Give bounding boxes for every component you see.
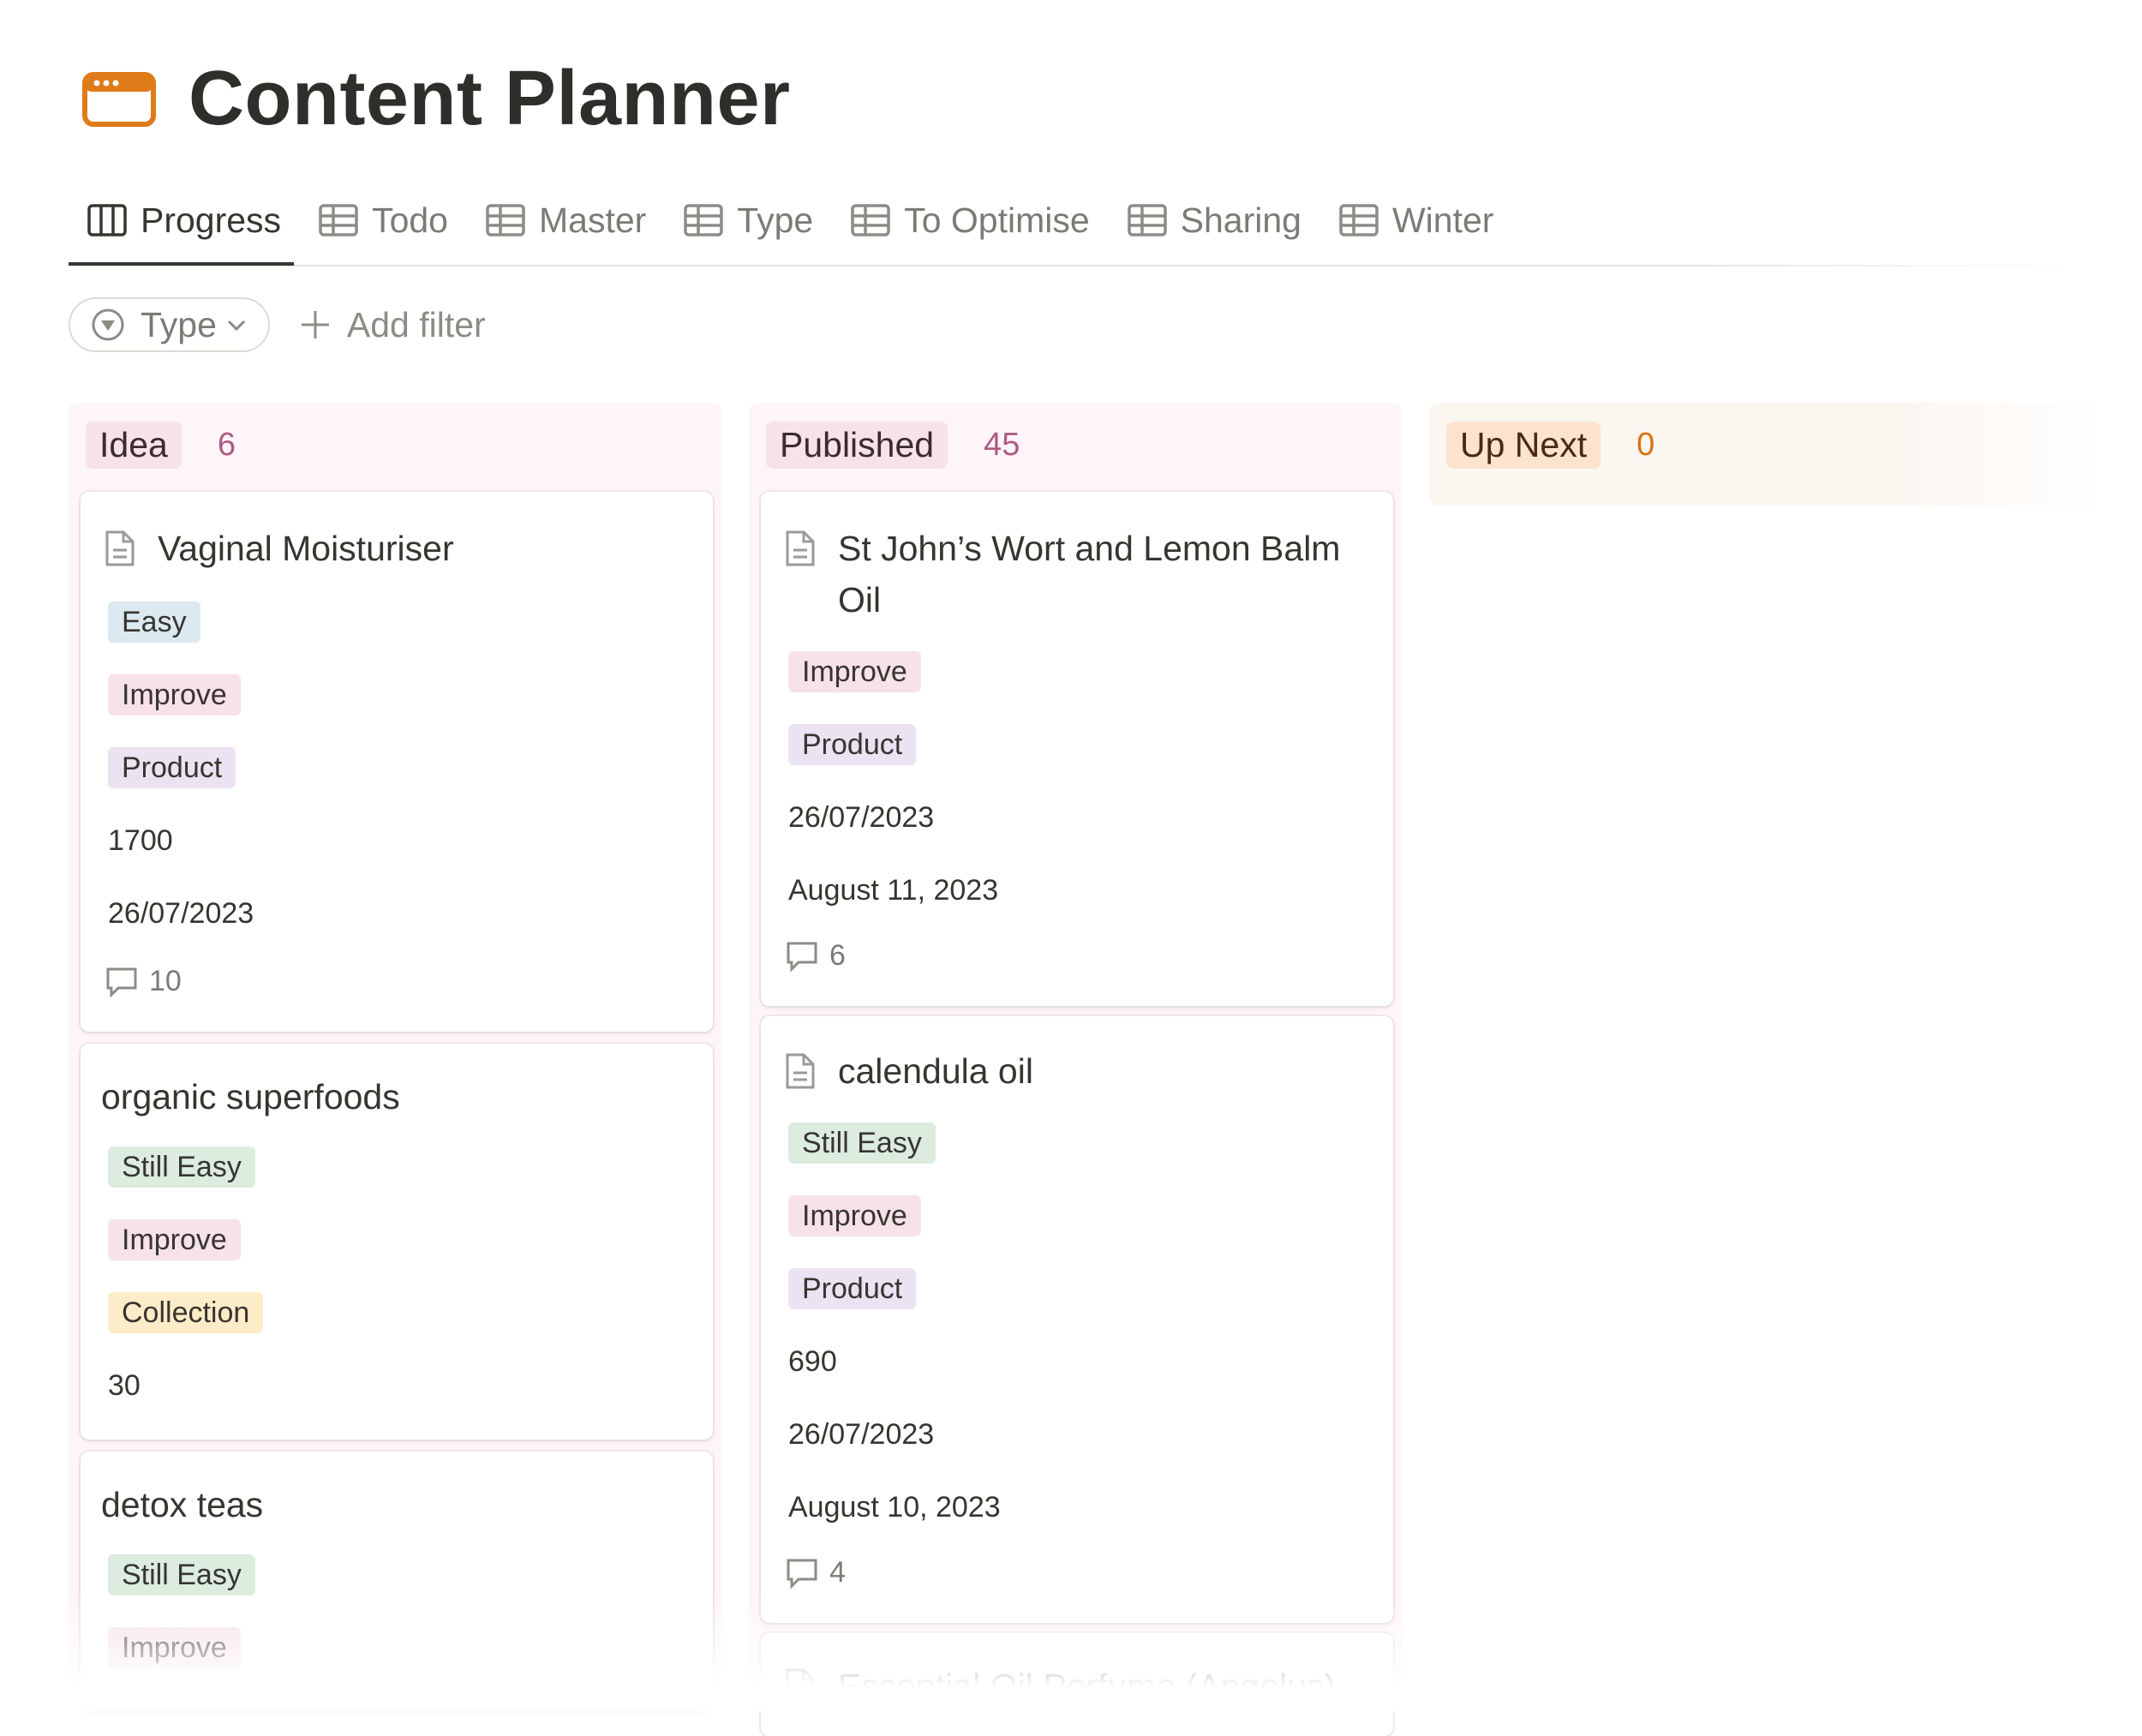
column-count: 45 [984,427,1020,463]
table-icon [486,204,525,236]
action-tag: Improve [788,1195,921,1236]
comment-count-value: 10 [149,965,182,997]
type-tag: Product [108,747,236,788]
card-property: August 10, 2023 [788,1491,1001,1523]
tab-label: Todo [372,200,448,240]
board-icon [87,204,127,236]
type-tag: Collection [108,1292,264,1333]
board-card[interactable]: St John’s Wort and Lemon Balm Oil Improv… [761,492,1393,1006]
board-card[interactable]: calendula oil Still Easy Improve Product… [761,1016,1393,1623]
action-tag: Improve [108,1627,241,1668]
tab-type[interactable]: Type [665,190,832,250]
column-label[interactable]: Idea [86,422,182,469]
tab-label: Winter [1391,200,1494,240]
comment-count-value: 4 [829,1556,846,1589]
document-icon [786,1053,815,1089]
card-property: 30 [108,1369,141,1402]
board-card[interactable]: Essential Oil Perfume (Angelus) [761,1633,1393,1736]
tab-label: To Optimise [904,200,1090,240]
type-filter-button[interactable]: Type [69,297,270,352]
comment-count: 6 [785,939,846,973]
board-card[interactable]: detox teas Still Easy Improve [81,1452,713,1709]
document-icon [786,530,815,566]
column-header: Up Next 0 [1446,422,1654,469]
comment-count: 10 [105,965,182,998]
card-property: 26/07/2023 [788,801,935,834]
tab-master[interactable]: Master [467,190,665,250]
view-tabs: Progress Todo Master Type To Optimise Sh… [69,190,1512,250]
chevron-down-icon [227,320,245,332]
board-card[interactable]: organic superfoods Still Easy Improve Co… [81,1044,713,1440]
card-property: 690 [788,1345,837,1378]
column-header: Idea 6 [86,422,236,469]
add-filter-button[interactable]: Add filter [299,305,486,345]
table-icon [684,204,724,236]
action-tag: Improve [108,1219,241,1260]
type-tag: Product [788,1268,917,1309]
tab-label: Progress [141,200,282,240]
comment-count: 4 [785,1556,846,1589]
plus-icon [301,311,329,338]
column-label[interactable]: Up Next [1446,422,1601,469]
card-title: calendula oil [838,1051,1033,1091]
card-title: Vaginal Moisturiser [158,529,454,568]
tab-label: Master [538,200,647,240]
card-property: August 11, 2023 [788,874,999,907]
tab-winter[interactable]: Winter [1320,190,1512,250]
add-filter-label: Add filter [346,304,486,344]
board-column-idea: Idea 6 Vaginal Moisturiser Easy Improve … [69,403,721,1711]
card-property: 1700 [108,824,173,857]
column-header: Published 45 [766,422,1020,469]
browser-window-icon [82,71,156,127]
comment-icon [106,967,137,998]
tab-todo[interactable]: Todo [300,190,467,250]
document-icon [786,1668,815,1704]
comment-icon [787,1559,817,1589]
comment-icon [787,942,817,973]
active-tab-indicator [69,262,294,266]
table-icon [319,204,358,236]
tab-label: Type [737,200,814,240]
difficulty-tag: Easy [108,602,200,643]
tab-sharing[interactable]: Sharing [1109,190,1320,250]
card-property: 26/07/2023 [108,897,254,930]
tab-label: Sharing [1180,200,1301,240]
tab-progress[interactable]: Progress [69,190,300,250]
action-tag: Improve [788,651,921,692]
table-icon [1339,204,1379,236]
table-icon [851,204,890,236]
card-title: Essential Oil Perfume (Angelus) [838,1667,1337,1706]
type-tag: Product [788,724,917,765]
filter-circle-icon [92,308,124,341]
card-title: organic superfoods [101,1077,400,1116]
tabs-divider [69,265,2091,266]
card-title: detox teas [101,1485,264,1524]
tab-to-optimise[interactable]: To Optimise [832,190,1108,250]
table-icon [1127,204,1167,236]
difficulty-tag: Still Easy [108,1146,255,1188]
card-title: St John’s Wort and Lemon Balm Oil [838,529,1341,620]
page-title: Content Planner [188,56,791,141]
action-tag: Improve [108,674,241,715]
difficulty-tag: Still Easy [788,1122,936,1164]
board-card[interactable]: Vaginal Moisturiser Easy Improve Product… [81,492,713,1032]
card-property: 26/07/2023 [788,1418,935,1451]
document-icon [105,530,135,566]
column-label[interactable]: Published [766,422,948,469]
column-count: 0 [1636,427,1655,463]
page-header: Content Planner [82,55,791,143]
filter-bar: Type Add filter [69,297,486,352]
difficulty-tag: Still Easy [108,1554,255,1595]
comment-count-value: 6 [829,939,846,972]
column-count: 6 [217,427,236,463]
board-column-up-next: Up Next 0 [1429,403,2106,506]
filter-label: Type [141,304,217,344]
board-column-published: Published 45 St John’s Wort and Lemon Ba… [749,403,1402,1736]
